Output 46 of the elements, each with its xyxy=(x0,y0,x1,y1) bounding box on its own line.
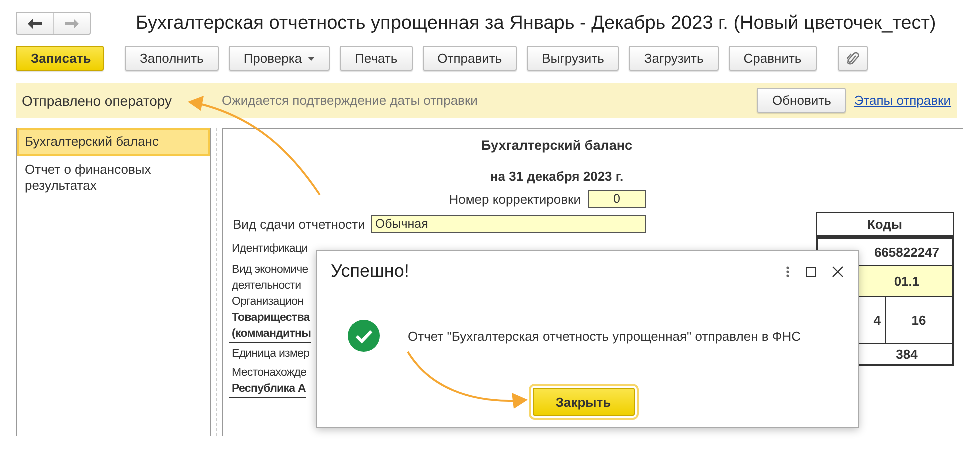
more-icon[interactable] xyxy=(786,266,790,278)
check-icon xyxy=(348,320,380,352)
caret-icon xyxy=(308,56,316,60)
field-label: Идентификаци xyxy=(231,242,308,257)
field-label: Вид сдачи отчетности xyxy=(233,216,366,232)
field-label: Вид экономиче xyxy=(231,263,308,278)
sidebar-item[interactable]: Отчет о финансовых результатах xyxy=(17,156,210,200)
refresh-button[interactable]: Обновить xyxy=(757,88,846,113)
field-label: Местонахожде xyxy=(231,366,307,381)
code-cell-text: 384 xyxy=(895,346,919,362)
toolbar-button[interactable]: Отправить xyxy=(422,46,518,71)
dialog-message: Отчет "Бухгалтерская отчетность упрощенная" отправлен в ФНС xyxy=(408,328,802,344)
field-label: Организацион xyxy=(231,295,304,310)
window-title: Бухгалтерская отчетность упрощенная за Январь - Декабрь 2023 г. (Новый цветочек_тест) xyxy=(136,12,936,34)
submission-field[interactable]: Обычная xyxy=(371,215,646,233)
back-arrow-icon xyxy=(28,18,42,28)
toolbar-button[interactable]: Загрузить xyxy=(629,46,719,71)
field-value: Республика А xyxy=(229,381,306,398)
column-header: Коды xyxy=(816,212,954,236)
dialog-title: Успешно! xyxy=(331,261,410,282)
toolbar-button[interactable]: Печать xyxy=(340,46,413,71)
field-label: Единица измер xyxy=(231,347,310,362)
code-cell: 4 xyxy=(862,297,886,343)
maximize-icon[interactable] xyxy=(806,266,816,276)
field-value: (коммандитны xyxy=(229,326,312,343)
close-icon[interactable] xyxy=(832,266,844,278)
paperclip-icon xyxy=(846,52,859,66)
field-label: деятельности xyxy=(231,279,302,294)
code-cell-text: 16 xyxy=(910,312,928,328)
toolbar-button[interactable]: Выгрузить xyxy=(527,46,620,71)
toolbar-button[interactable]: Заполнить xyxy=(125,46,219,71)
field-value: Товарищества xyxy=(231,311,310,326)
stages-link[interactable]: Этапы отправки xyxy=(854,93,951,108)
toolbar-button[interactable]: Сравнить xyxy=(728,46,817,71)
status-message: Ожидается подтверждение даты отправки xyxy=(222,93,479,108)
forward-arrow-icon xyxy=(65,18,79,28)
sidebar-item[interactable]: Бухгалтерский баланс xyxy=(17,128,210,156)
attach-button[interactable] xyxy=(838,46,868,71)
save-button[interactable]: Записать xyxy=(16,46,104,71)
code-cell-text: 665822247 xyxy=(873,244,941,260)
report-date: на 31 декабря 2023 г. xyxy=(489,169,625,184)
correction-field[interactable]: 0 xyxy=(588,190,646,208)
field-label: Номер корректировки xyxy=(449,192,581,206)
report-title: Бухгалтерский баланс xyxy=(480,138,634,153)
status-text: Отправлено оператору xyxy=(22,92,172,108)
dropdown-button[interactable]: Проверка xyxy=(228,46,330,71)
